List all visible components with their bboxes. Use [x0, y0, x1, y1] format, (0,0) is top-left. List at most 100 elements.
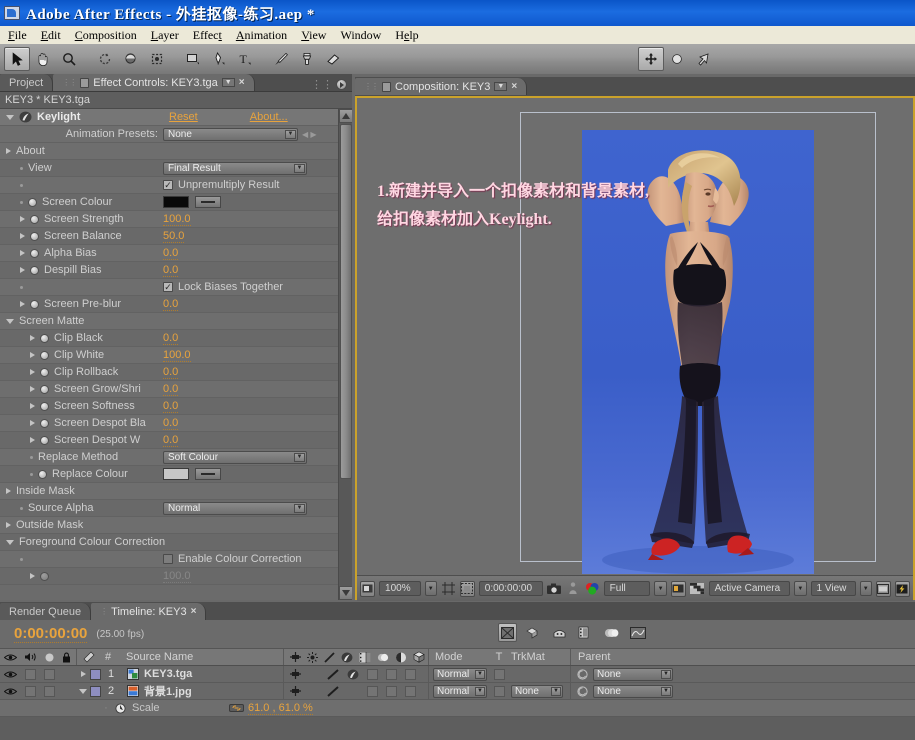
chevron-down-icon[interactable]: ▼ [475, 670, 485, 679]
chevron-right-icon[interactable] [30, 403, 35, 409]
hide-shy-layers-icon[interactable] [550, 623, 569, 642]
effect-header-keylight[interactable]: Keylight Reset About... [0, 109, 352, 126]
chevron-right-icon[interactable] [81, 671, 86, 677]
chevron-right-icon[interactable] [30, 573, 35, 579]
param-row-view[interactable]: ViewFinal Result▼ [0, 160, 352, 177]
param-value-clip-rollback[interactable]: 0.0 [163, 366, 178, 379]
pixel-aspect-correction-icon[interactable] [876, 581, 891, 597]
chevron-down-icon[interactable] [6, 115, 14, 120]
scale-link-icon[interactable] [224, 700, 248, 716]
resolution-chevron-down-icon[interactable]: ▼ [654, 581, 666, 596]
fast-previews-icon[interactable] [895, 581, 910, 597]
menu-view[interactable]: View [301, 28, 326, 43]
chevron-down-icon[interactable] [79, 689, 87, 694]
draft-3d-icon[interactable] [524, 623, 543, 642]
about-link[interactable]: About... [250, 111, 288, 123]
scrollbar-thumb[interactable] [340, 124, 352, 479]
scale-value-cell[interactable]: 61.0 , 61.0 % [248, 700, 313, 716]
chevron-right-icon[interactable] [30, 369, 35, 375]
param-value-clip-black[interactable]: 0.0 [163, 332, 178, 345]
chevron-down-icon[interactable]: ▼ [475, 687, 485, 696]
param-value-saturation[interactable]: 100.0 [163, 570, 191, 583]
layer-expand-triangle[interactable] [76, 683, 90, 699]
animation-stopwatch-icon[interactable] [40, 402, 49, 411]
menu-window[interactable]: Window [340, 28, 381, 43]
motion-blur-icon[interactable] [602, 623, 621, 642]
param-row-unpremultiply-result[interactable]: ✓Unpremultiply Result [0, 177, 352, 194]
param-value-screen-pre-blur[interactable]: 0.0 [163, 298, 178, 311]
param-value-screen-despot-white[interactable]: 0.0 [163, 434, 178, 447]
rectangle-tool[interactable] [180, 47, 206, 71]
param-row-saturation[interactable]: 100.0 [0, 568, 352, 585]
animation-stopwatch-icon[interactable] [30, 266, 39, 275]
chevron-right-icon[interactable] [20, 301, 25, 307]
param-row-screen-softness[interactable]: Screen Softness0.0 [0, 398, 352, 415]
zoom-level[interactable]: 100% [379, 581, 421, 596]
close-icon[interactable]: × [511, 81, 517, 92]
layer-switches[interactable] [283, 666, 428, 682]
layer-switches[interactable] [283, 683, 428, 699]
param-value-screen-strength[interactable]: 100.0 [163, 213, 191, 226]
param-value-alpha-bias[interactable]: 0.0 [163, 247, 178, 260]
layer-audio-toggle[interactable] [20, 666, 41, 682]
chevron-right-icon[interactable] [30, 352, 35, 358]
param-row-screen-grow-shrink[interactable]: Screen Grow/Shri0.0 [0, 381, 352, 398]
brush-tool[interactable] [268, 47, 294, 71]
menu-animation[interactable]: Animation [236, 28, 287, 43]
layer-video-toggle[interactable] [0, 666, 20, 682]
animation-stopwatch-icon[interactable] [40, 419, 49, 428]
table-row[interactable]: 1 KEY3.tga Normal ▼ [0, 666, 915, 683]
chevron-down-icon[interactable]: ▼ [294, 164, 305, 173]
menu-edit[interactable]: Edit [41, 28, 61, 43]
scroll-down-button[interactable] [339, 586, 352, 600]
preset-nav-arrows[interactable]: ◀ ▶ [302, 130, 317, 139]
eyedropper-icon[interactable] [195, 468, 221, 480]
lock-icon[interactable] [382, 82, 391, 92]
puppet-starch-tool[interactable] [690, 47, 716, 71]
param-row-outside-mask[interactable]: Outside Mask [0, 517, 352, 534]
layer-lock-toggle[interactable] [57, 666, 76, 682]
param-row-screen-matte[interactable]: Screen Matte [0, 313, 352, 330]
tab-render-queue[interactable]: Render Queue [0, 603, 91, 620]
chevron-down-icon[interactable]: ▼ [285, 130, 296, 139]
param-dropdown-replace-method[interactable]: Soft Colour▼ [163, 451, 307, 464]
chevron-down-icon[interactable]: ▼ [222, 78, 235, 87]
animation-stopwatch-icon[interactable] [40, 351, 49, 360]
colour-swatch-screen-colour[interactable] [163, 196, 189, 208]
layer-trkmat-dropdown[interactable]: None ▼ [508, 683, 570, 699]
param-row-alpha-bias[interactable]: Alpha Bias0.0 [0, 245, 352, 262]
animation-stopwatch-icon[interactable] [40, 436, 49, 445]
pen-tool[interactable] [206, 47, 232, 71]
tab-timeline[interactable]: ⋮ Timeline: KEY3 × [91, 603, 206, 620]
always-preview-icon[interactable] [360, 581, 375, 597]
animation-presets-dropdown[interactable]: None ▼ [163, 128, 298, 141]
chevron-right-icon[interactable] [6, 148, 11, 154]
list-item[interactable]: · Scale 61.0 , 61.0 % [0, 700, 915, 717]
layer-parent-cell[interactable]: None ▼ [570, 683, 690, 699]
orbit-camera-tool[interactable] [118, 47, 144, 71]
param-row-clip-white[interactable]: Clip White100.0 [0, 347, 352, 364]
chevron-right-icon[interactable] [20, 250, 25, 256]
animation-stopwatch-icon[interactable] [40, 334, 49, 343]
chevron-right-icon[interactable] [20, 216, 25, 222]
checkbox-lock-biases-together[interactable]: ✓ [163, 282, 173, 292]
checkbox-enable-colour-correction[interactable] [163, 554, 173, 564]
layer-parent-cell[interactable]: None ▼ [570, 666, 690, 682]
param-dropdown-view[interactable]: Final Result▼ [163, 162, 307, 175]
chevron-right-icon[interactable] [6, 522, 11, 528]
chevron-down-icon[interactable]: ▼ [551, 687, 561, 696]
region-interest-toggle-icon[interactable] [671, 581, 686, 597]
reset-link[interactable]: Reset [169, 111, 198, 123]
param-row-about[interactable]: About [0, 143, 352, 160]
chevron-down-icon[interactable]: ▼ [661, 670, 671, 679]
layer-t-toggle[interactable] [490, 666, 508, 682]
layer-colour-chip[interactable] [90, 666, 101, 682]
param-row-inside-mask[interactable]: Inside Mask [0, 483, 352, 500]
param-value-clip-white[interactable]: 100.0 [163, 349, 191, 362]
lock-icon[interactable] [80, 78, 89, 88]
param-row-despill-bias[interactable]: Despill Bias0.0 [0, 262, 352, 279]
param-value-despill-bias[interactable]: 0.0 [163, 264, 178, 277]
transparency-grid-icon[interactable] [690, 581, 705, 597]
layer-colour-chip[interactable] [90, 683, 101, 699]
scale-stopwatch-icon[interactable] [112, 700, 128, 716]
